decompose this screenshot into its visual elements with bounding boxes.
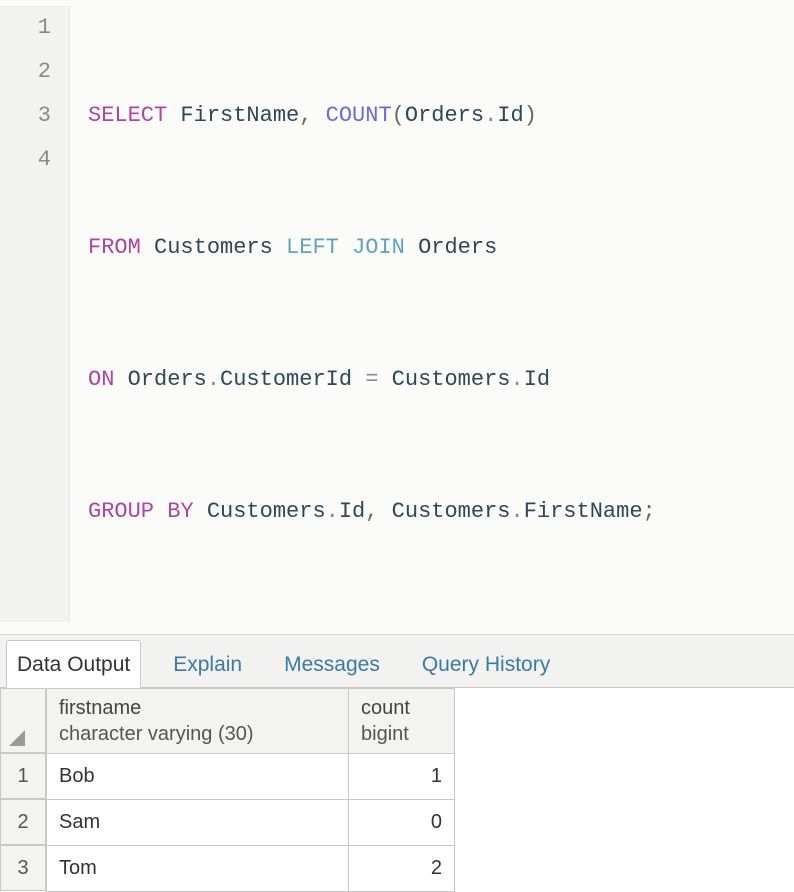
column-name: firstname [59, 695, 336, 721]
line-number: 1 [0, 6, 51, 50]
table-row[interactable]: Sam 0 [47, 800, 455, 846]
tab-data-output[interactable]: Data Output [6, 640, 141, 688]
table-row[interactable]: Tom 2 [47, 846, 455, 892]
column-type: character varying (30) [59, 721, 336, 747]
code-line[interactable]: ON Orders.CustomerId = Customers.Id [88, 358, 794, 402]
tab-query-history[interactable]: Query History [412, 641, 560, 687]
tab-messages[interactable]: Messages [274, 641, 390, 687]
results-grid: 1 2 3 firstname character varying (30) c… [0, 688, 794, 892]
code-line[interactable]: SELECT FirstName, COUNT(Orders.Id) [88, 94, 794, 138]
table-row[interactable]: Bob 1 [47, 754, 455, 800]
row-number-column: 1 2 3 [0, 688, 46, 892]
cell-count[interactable]: 1 [349, 754, 455, 800]
row-number[interactable]: 2 [0, 799, 46, 845]
line-number: 4 [0, 138, 51, 182]
cell-firstname[interactable]: Sam [47, 800, 349, 846]
cell-count[interactable]: 0 [349, 800, 455, 846]
column-header-count[interactable]: count bigint [349, 689, 455, 754]
cell-firstname[interactable]: Bob [47, 754, 349, 800]
line-number: 3 [0, 94, 51, 138]
result-tabs: Data Output Explain Messages Query Histo… [0, 634, 794, 688]
code-line[interactable]: FROM Customers LEFT JOIN Orders [88, 226, 794, 270]
row-header-corner[interactable] [0, 688, 46, 753]
line-number: 2 [0, 50, 51, 94]
column-header-firstname[interactable]: firstname character varying (30) [47, 689, 349, 754]
code-line[interactable]: GROUP BY Customers.Id, Customers.FirstNa… [88, 490, 794, 534]
row-number[interactable]: 3 [0, 845, 46, 891]
sql-editor[interactable]: 1 2 3 4 SELECT FirstName, COUNT(Orders.I… [0, 0, 794, 634]
cell-count[interactable]: 2 [349, 846, 455, 892]
select-all-icon [7, 728, 27, 748]
row-number[interactable]: 1 [0, 753, 46, 799]
cell-firstname[interactable]: Tom [47, 846, 349, 892]
column-name: count [361, 695, 442, 721]
results-table: firstname character varying (30) count b… [46, 688, 455, 892]
column-type: bigint [361, 721, 442, 747]
tab-explain[interactable]: Explain [163, 641, 252, 687]
